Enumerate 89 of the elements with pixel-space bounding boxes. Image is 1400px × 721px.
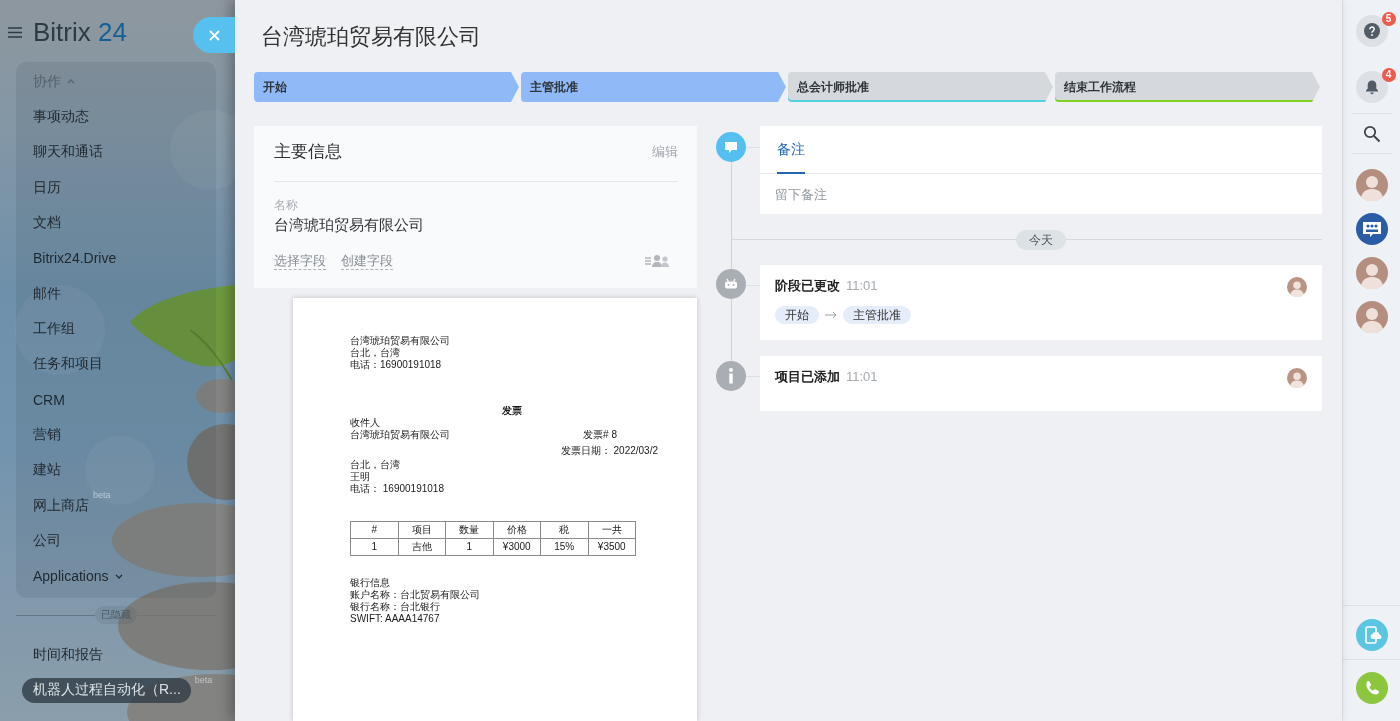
table-cell: 15% [540,538,588,556]
avatar-icon[interactable] [1355,169,1388,201]
menu-icon[interactable] [8,26,22,38]
menu-item[interactable]: 时间和报告 [22,642,103,668]
table-header: 价格 [493,521,541,539]
field-value: 台湾琥珀贸易有限公司 [274,215,425,235]
sender-line: 台湾琥珀贸易有限公司 [350,335,451,347]
table-header: 税 [540,521,588,539]
menu-item[interactable]: Applications [22,563,123,590]
stage-step[interactable]: 开始 [254,72,519,102]
stage-step[interactable]: 主管批准 [521,72,786,102]
phone-icon[interactable] [1355,672,1388,704]
recipient-line: 王明 [350,471,371,483]
table-cell: 1 [350,538,398,556]
beta-label: beta [93,490,111,501]
invoice-date: 发票日期： 2022/03/2 [560,445,658,456]
menu-item[interactable]: 文档 [22,210,61,236]
stage-chip: 主管批准 [843,306,911,324]
bank-line: 账户名称：台北贸易有限公司 [350,589,481,601]
menu-item[interactable]: 营销 [22,422,61,448]
menu-item[interactable]: 建站 [22,457,61,484]
record-title: 台湾琥珀贸易有限公司 [260,23,482,51]
app-logo[interactable]: Bitrix 24 [33,17,127,47]
table-header: # [350,521,398,539]
bank-line: 银行信息 [350,577,391,589]
stage-step[interactable]: 结束工作流程 [1055,72,1320,102]
recipient-line: 台北，台湾 [350,459,401,471]
caret-icon[interactable] [114,574,123,579]
help-icon [1363,23,1380,39]
count-badge: 5 [1381,12,1396,26]
table-cell: 1 [445,538,493,556]
table-header: 数量 [445,521,493,539]
table-header: 一共 [588,521,636,539]
edit-link[interactable]: 编辑 [652,143,678,161]
recipient-label: 收件人 [350,417,381,429]
event-time: 11:01 [846,277,878,295]
recipient-line: 电话： 16900191018 [350,483,445,495]
beta-label: beta [194,674,213,685]
day-label: 今天 [1016,229,1066,250]
sender-line: 台北，台湾 [350,347,401,359]
field-link[interactable]: 选择字段 [274,252,326,270]
table-cell: 吉他 [398,538,446,556]
avatar-icon[interactable] [1287,368,1307,388]
avatar-icon[interactable] [1355,257,1388,289]
menu-item[interactable]: 公司 [22,528,61,554]
close-button[interactable] [193,17,235,53]
menu-item[interactable]: 工作组 [22,316,75,342]
event-time: 11:01 [846,368,878,386]
speech-bubble-icon [716,132,746,162]
card-title: 主要信息 [274,141,342,163]
field-label: 名称 [274,197,299,213]
comment-input[interactable]: 留下备注 [760,174,1322,214]
menu-item[interactable]: 日历 [22,175,61,201]
menu-item[interactable]: Bitrix24.Drive [22,245,117,272]
menu-item[interactable]: 任务和项目 [22,351,103,378]
menu-item[interactable]: 事项动态 [22,104,89,130]
count-badge: 4 [1381,68,1396,82]
stage-step[interactable]: 总会计师批准 [788,72,1053,102]
field-link[interactable]: 创建字段 [341,252,393,270]
mobile-cloud-icon[interactable] [1355,619,1388,651]
close-icon [208,29,220,41]
table-header: 项目 [398,521,446,539]
menu-item[interactable]: 聊天和通话 [22,139,103,166]
menu-item[interactable]: 网上商店 [22,493,89,519]
group-chat-icon[interactable] [1355,213,1388,245]
event-title: 项目已添加 [775,368,840,386]
menu-item[interactable]: 机器人过程自动化（R... [22,677,191,703]
table-cell: ¥3500 [588,538,636,556]
menu-item[interactable]: CRM [22,387,65,413]
invoice-number: 发票# 8 [583,429,617,441]
recipient-name: 台湾琥珀贸易有限公司 [350,429,450,441]
avatar-icon[interactable] [1287,277,1307,297]
bell-icon [1363,79,1380,95]
search-icon[interactable] [1362,125,1381,143]
bank-line: 银行名称：台北银行 [350,601,441,613]
avatar-icon[interactable] [1355,301,1388,333]
help-button[interactable] [1355,15,1388,47]
invoice-title: 发票 [501,405,523,417]
table-cell: ¥3000 [493,538,541,556]
info-icon [716,361,746,391]
robot-icon [716,269,746,299]
menu-item[interactable]: 邮件 [22,281,61,307]
sender-line: 电话：16900191018 [350,359,443,371]
event-title: 阶段已更改 [775,277,840,295]
list-people-icon[interactable] [645,254,671,268]
notifications-button[interactable] [1355,71,1388,103]
bank-line: SWIFT: AAAA14767 [350,613,441,625]
stage-chip: 开始 [775,306,819,324]
arrow-icon [825,311,837,319]
